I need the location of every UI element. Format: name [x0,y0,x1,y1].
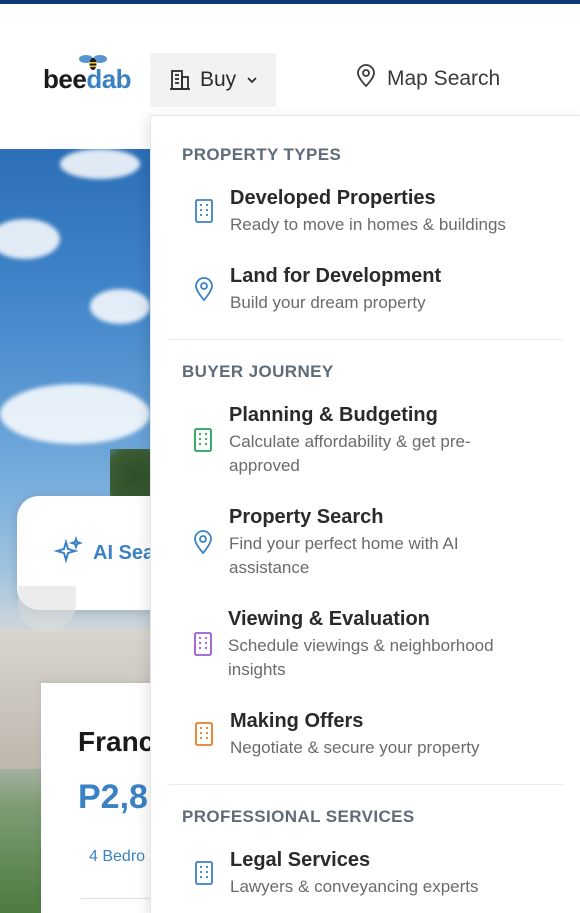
ai-search-label: AI Sea [93,542,155,564]
logo-text: beedab [43,64,132,94]
cloud [0,219,60,259]
menu-item-description: Negotiate & secure your property [230,738,480,757]
menu-item-title: Making Offers [230,710,364,732]
building-icon [192,631,214,662]
menu-item-title: Legal Services [230,849,371,871]
buy-menu-button[interactable]: Buy [150,53,276,107]
buy-label: Buy [200,68,237,91]
menu-item-developed-properties[interactable]: Developed Properties Ready to move in ho… [182,185,567,241]
building-icon [193,860,215,891]
map-pin-icon [193,276,215,307]
building-icon [192,427,214,458]
menu-item-property-search[interactable]: Property Search Find your perfect home w… [182,504,567,584]
menu-item-description: Build your dream property [230,293,426,312]
menu-item-title: Developed Properties [230,187,436,209]
section-divider [169,339,564,340]
menu-item-description: Schedule viewings & neighborhood insight… [228,636,494,679]
building-icon [193,721,215,752]
section-title-property-types: PROPERTY TYPES [182,145,342,164]
buy-dropdown-menu: PROPERTY TYPES Developed Properties Read… [150,115,580,913]
menu-item-title: Land for Development [230,265,442,287]
menu-item-title: Planning & Budgeting [229,404,438,426]
map-search-label: Map Search [387,66,501,90]
map-pin-icon [355,64,377,93]
menu-item-making-offers[interactable]: Making Offers Negotiate & secure your pr… [182,708,567,764]
listing-price: P2,8 [78,778,148,816]
chevron-down-icon [244,72,260,88]
cloud [0,384,150,444]
menu-item-viewing-evaluation[interactable]: Viewing & Evaluation Schedule viewings &… [182,606,567,686]
map-pin-icon [192,529,214,560]
listing-title: Franc [78,726,155,757]
menu-item-legal-services[interactable]: Legal Services Lawyers & conveyancing ex… [182,847,567,903]
menu-item-title: Property Search [229,506,384,528]
menu-item-description: Find your perfect home with AI assistanc… [229,534,459,577]
sparkle-icon [53,535,84,571]
menu-item-description: Ready to move in homes & buildings [230,215,506,234]
section-title-professional-services: PROFESSIONAL SERVICES [182,807,415,826]
section-divider [169,784,564,785]
menu-item-title: Viewing & Evaluation [228,608,430,630]
building-icon [193,198,215,229]
listing-bedrooms: 4 Bedro [89,848,146,865]
cloud [60,149,140,179]
menu-item-description: Lawyers & conveyancing experts [230,877,479,896]
section-title-buyer-journey: BUYER JOURNEY [182,362,334,381]
cloud [90,289,150,324]
map-search-link[interactable]: Map Search [355,64,500,93]
building-icon [168,68,192,92]
menu-item-description: Calculate affordability & get pre-approv… [229,432,471,475]
menu-item-planning-budgeting[interactable]: Planning & Budgeting Calculate affordabi… [182,402,567,482]
menu-item-land-for-development[interactable]: Land for Development Build your dream pr… [182,263,567,319]
beedab-logo[interactable]: beedab [43,55,138,96]
